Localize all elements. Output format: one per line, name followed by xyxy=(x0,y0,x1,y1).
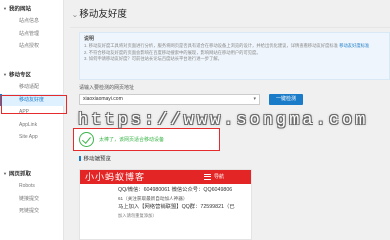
main-content: ›移动友好度 说明 1. 移动友好度工具将对页面进行分析，服务将网页是否具有适合… xyxy=(70,0,390,240)
check-circle-icon xyxy=(79,132,94,147)
watermark-text: https://www.songma.com xyxy=(78,111,369,130)
preview-site-name: 小小蚂蚁博客 xyxy=(85,171,146,182)
sidebar-item-robots[interactable]: Robots xyxy=(0,180,64,193)
notice-box: 说明 1. 移动友好度工具将对页面进行分析，服务将网页是否具有适合在移动设备上浏… xyxy=(79,32,390,80)
caret-down-icon: ▾ xyxy=(253,96,256,102)
check-button[interactable]: 一键检测 xyxy=(269,94,303,105)
sidebar-item-site-app[interactable]: Site App xyxy=(0,131,64,144)
preview-line: 马上加入【网络营销联盟】QQ群：72599821（已 xyxy=(118,204,235,210)
preview-line: QQ/微信：604980061 微信公众号：QQ6049806 xyxy=(118,187,233,193)
sidebar-item-deadlink-submit[interactable]: 死链提交 xyxy=(0,205,64,218)
standard-link[interactable]: 移动友好度标准 xyxy=(339,43,369,48)
mobile-preview: 小小蚂蚁博客 导航 QQ/微信：604980061 微信公众号：QQ604980… xyxy=(79,169,252,240)
preview-line: 61（关注获取最新自动加人神器） xyxy=(118,195,188,201)
sidebar-section-header[interactable]: ▼ 我的网站 xyxy=(0,3,64,15)
preview-nav-label[interactable]: 导航 xyxy=(214,174,224,180)
triangle-down-icon: ▼ xyxy=(3,6,7,11)
notice-line: 3. 如何申请移动友好度？可前往站长论坛百度站长平台进行进一步了解。 xyxy=(84,56,222,61)
page-title: ›移动友好度 xyxy=(71,8,127,22)
sidebar-item-link-submit[interactable]: 链接提交 xyxy=(0,193,64,206)
preview-title: 移动端预览 xyxy=(79,156,111,164)
sidebar-item-site-info[interactable]: 站点信息 xyxy=(0,15,64,28)
sidebar: ▼ 我的网站 站点信息 站点管理 站点授权 ▼ 移动专区 移动适配 移动友好度 AP… xyxy=(0,0,64,240)
sidebar-item-site-manage[interactable]: 站点管理 xyxy=(0,28,64,41)
sidebar-item-applink[interactable]: AppLink xyxy=(0,119,64,132)
sidebar-item-mobile-adapt[interactable]: 移动适配 xyxy=(0,81,64,94)
preview-body: QQ/微信：604980061 微信公众号：QQ6049806 61（关注获取最… xyxy=(80,184,251,220)
triangle-down-icon: ▼ xyxy=(3,72,7,77)
divider xyxy=(70,27,390,28)
sidebar-item-site-auth[interactable]: 站点授权 xyxy=(0,40,64,53)
highlight-box-active-item xyxy=(1,95,67,114)
sidebar-section-header[interactable]: ▼ 网页抓取 xyxy=(0,168,64,180)
title-bar-marker xyxy=(79,156,81,161)
preview-header: 小小蚂蚁博客 导航 xyxy=(80,170,251,184)
sidebar-section-header[interactable]: ▼ 移动专区 xyxy=(0,69,64,81)
sidebar-section-crawl: ▼ 网页抓取 Robots 链接提交 死链提交 xyxy=(0,168,64,218)
url-select[interactable]: xiaoxiaomayi.com ▾ xyxy=(79,94,260,105)
triangle-down-icon: ▼ xyxy=(3,171,7,176)
chevron-icon: › xyxy=(71,14,79,18)
notice-title: 说明 xyxy=(84,36,95,42)
hamburger-menu-icon[interactable] xyxy=(204,173,211,180)
sidebar-section-my-site: ▼ 我的网站 站点信息 站点管理 站点授权 xyxy=(0,3,64,53)
preview-line: 加入请勿重复添加） xyxy=(118,212,157,218)
notice-line: 1. 移动友好度工具将对页面进行分析，服务将网页是否具有适合在移动设备上浏览的设… xyxy=(84,43,370,48)
result-box: 太棒了，该网页适合移动设备 xyxy=(73,128,220,151)
url-field-label: 请输入要检测的网页地址 xyxy=(79,85,135,91)
result-text: 太棒了，该网页适合移动设备 xyxy=(99,137,165,143)
